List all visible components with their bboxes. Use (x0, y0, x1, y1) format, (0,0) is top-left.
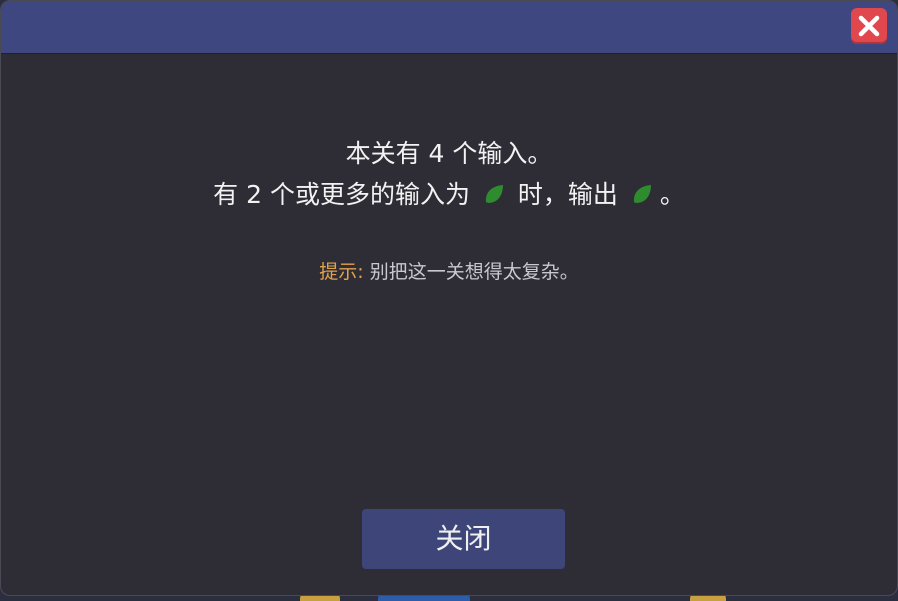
hint-text: 提示: 别把这一关想得太复杂。 (1, 258, 897, 286)
level-info-dialog: 本关有 4 个输入。 有 2 个或更多的输入为 时，输出 。 提示: 别把这一关… (0, 0, 898, 596)
close-x-icon (858, 15, 880, 37)
green-leaf-icon (485, 185, 503, 203)
level-description-line-2: 有 2 个或更多的输入为 时，输出 。 (1, 178, 897, 212)
hint-label: 提示: (319, 261, 364, 283)
line2-text-middle: 时，输出 (517, 180, 618, 209)
line2-text-before: 有 2 个或更多的输入为 (213, 180, 470, 209)
close-dialog-button[interactable] (851, 8, 887, 44)
hint-body: 别把这一关想得太复杂。 (369, 261, 579, 283)
close-button[interactable]: 关闭 (362, 509, 565, 569)
green-leaf-icon (633, 185, 651, 203)
line2-text-end: 。 (659, 180, 685, 209)
dialog-content: 本关有 4 个输入。 有 2 个或更多的输入为 时，输出 。 提示: 别把这一关… (1, 53, 897, 595)
level-description-line-1: 本关有 4 个输入。 (345, 139, 553, 168)
dialog-titlebar (1, 1, 897, 54)
